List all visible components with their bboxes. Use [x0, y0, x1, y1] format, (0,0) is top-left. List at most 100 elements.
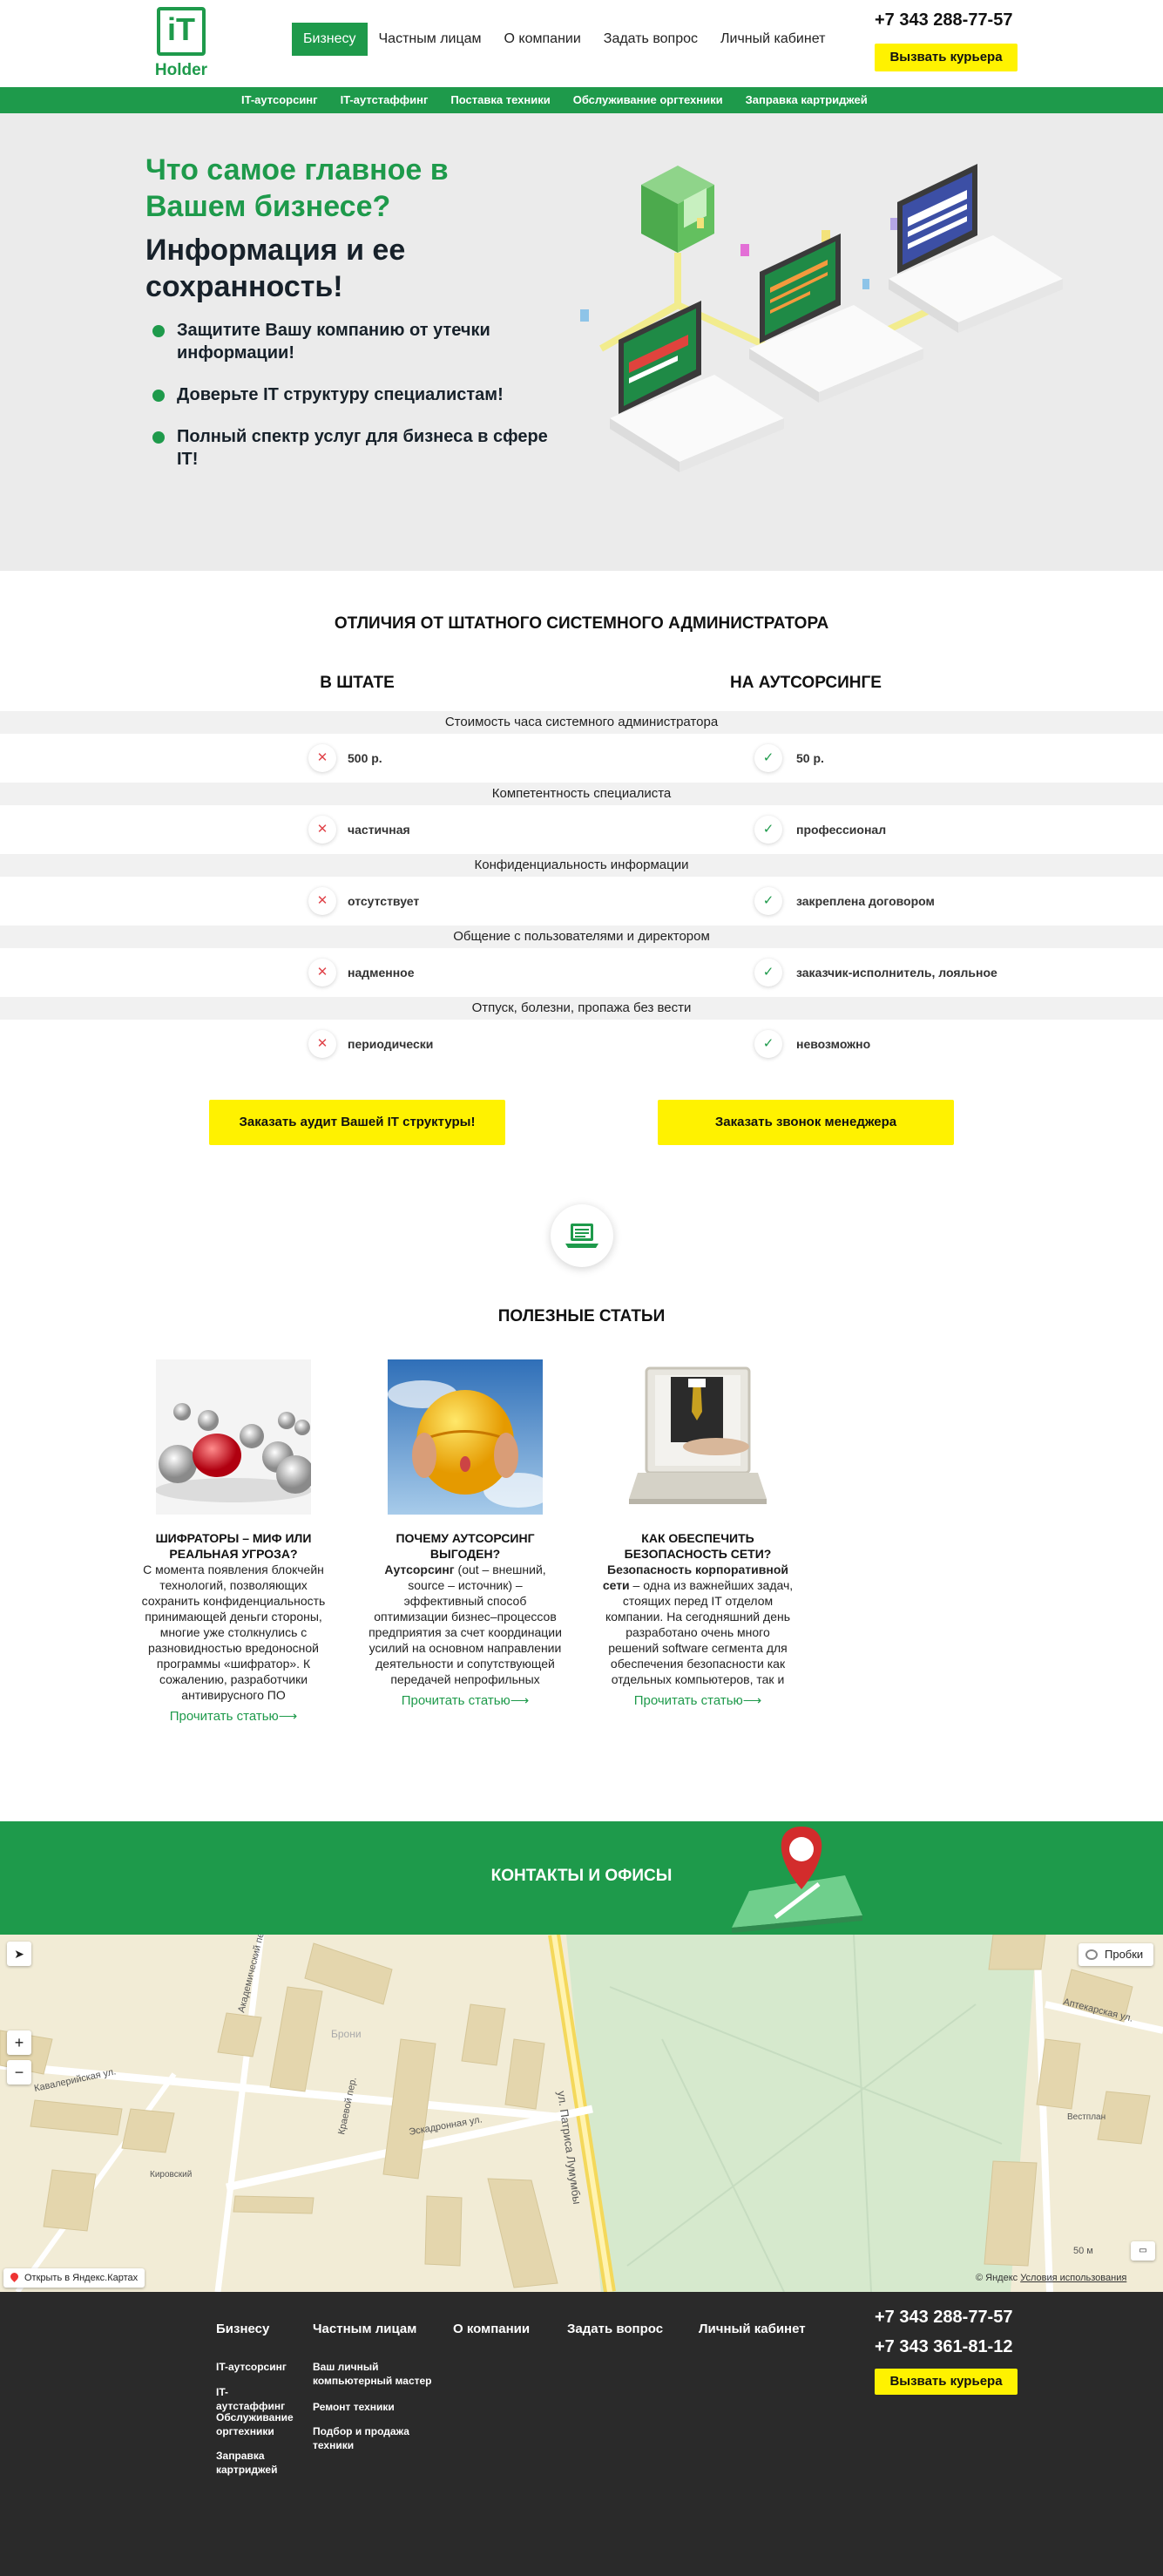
check-icon: ✓ [754, 744, 782, 772]
nav-private[interactable]: Частным лицам [368, 23, 493, 56]
outsourcing-value: 50 р. [796, 751, 824, 765]
check-icon: ✓ [754, 816, 782, 844]
map-pin-icon [732, 1827, 862, 1933]
row-caption: Отпуск, болезни, пропажа без вести [0, 997, 1163, 1020]
article-title[interactable]: ШИФРАТОРЫ – МИФ ИЛИ РЕАЛЬНАЯ УГРОЗА? [135, 1530, 332, 1562]
main-nav: Бизнесу Частным лицам О компании Задать … [292, 23, 836, 56]
traffic-button[interactable]: Пробки [1078, 1943, 1153, 1966]
footer-call-courier-button[interactable]: Вызвать курьера [875, 2369, 1018, 2395]
nav-about[interactable]: О компании [493, 23, 592, 56]
hero-section: Что самое главное в Вашем бизнесе? Инфор… [0, 113, 1163, 571]
footer-link[interactable]: Заправка картриджей [216, 2449, 294, 2477]
cross-icon: ✕ [308, 816, 336, 844]
footer-link[interactable]: Подбор и продажа техники [313, 2424, 435, 2452]
subnav-outstaffing[interactable]: IT-аутстаффинг [329, 87, 440, 113]
read-more-link[interactable]: Прочитать статью⟶ [367, 1692, 564, 1708]
footer-link[interactable]: Ваш личный компьютерный мастер [313, 2360, 435, 2388]
column-outsourcing: НА АУТСОРСИНГЕ [730, 674, 882, 692]
contacts-title: КОНТАКТЫ И ОФИСЫ [490, 1867, 673, 1885]
logo[interactable]: iT Holder [153, 7, 209, 79]
footer-nav-about[interactable]: О компании [453, 2322, 530, 2336]
subnav-cartridges[interactable]: Заправка картриджей [734, 87, 879, 113]
comparison-row: Конфиденциальность информации ✕ отсутств… [0, 854, 1163, 927]
map-scale: 50 м [1073, 2246, 1093, 2256]
comparison-row: Отпуск, болезни, пропажа без вести ✕ пер… [0, 997, 1163, 1070]
geolocation-icon[interactable]: ➤ [7, 1942, 31, 1966]
outsourcing-value: невозможно [796, 1037, 871, 1051]
open-yandex-maps-link[interactable]: Открыть в Яндекс.Картах [3, 2268, 145, 2288]
nav-ask[interactable]: Задать вопрос [592, 23, 709, 56]
subnav-office-service[interactable]: Обслуживание оргтехники [562, 87, 734, 113]
article-excerpt: С момента появления блокчейн технологий,… [141, 1563, 326, 1702]
article-image[interactable] [156, 1359, 311, 1515]
map-copyright: © Яндекс [976, 2273, 1018, 2283]
comparison-title: ОТЛИЧИЯ ОТ ШТАТНОГО СИСТЕМНОГО АДМИНИСТР… [334, 614, 829, 633]
zoom-out-icon[interactable]: − [7, 2060, 31, 2085]
call-courier-button[interactable]: Вызвать курьера [875, 44, 1018, 71]
bullet-dot-icon [152, 390, 165, 402]
hero-laptops-illustration [580, 164, 1063, 472]
nav-account[interactable]: Личный кабинет [709, 23, 836, 56]
area-label: Брони [331, 2028, 362, 2040]
inhouse-value: частичная [348, 823, 410, 837]
subnav-hardware[interactable]: Поставка техники [439, 87, 561, 113]
article-card: КАК ОБЕСПЕЧИТЬ БЕЗОПАСНОСТЬ СЕТИ? Безопа… [599, 1359, 796, 1708]
footer-link[interactable]: Обслуживание оргтехники [216, 2410, 294, 2438]
article-title[interactable]: КАК ОБЕСПЕЧИТЬ БЕЗОПАСНОСТЬ СЕТИ? [599, 1530, 796, 1562]
zoom-in-icon[interactable]: + [7, 2030, 31, 2055]
open-link-label: Открыть в Яндекс.Картах [24, 2273, 139, 2283]
column-inhouse: В ШТАТЕ [320, 674, 395, 692]
logo-text: Holder [154, 61, 208, 79]
read-more-link[interactable]: Прочитать статью⟶ [135, 1708, 332, 1724]
nav-business[interactable]: Бизнесу [292, 23, 368, 56]
footer-nav-account[interactable]: Личный кабинет [699, 2322, 806, 2336]
read-more-link[interactable]: Прочитать статью⟶ [599, 1692, 796, 1708]
map-terms-link[interactable]: Условия использования [1020, 2273, 1126, 2283]
hero-bullet: Защитите Вашу компанию от утечки информа… [152, 319, 571, 364]
contacts-banner: КОНТАКТЫ И ОФИСЫ [0, 1821, 1163, 1935]
outsourcing-value: профессионал [796, 823, 887, 837]
row-caption: Стоимость часа системного администратора [0, 711, 1163, 734]
traffic-label: Пробки [1105, 1948, 1144, 1961]
inhouse-value: отсутствует [348, 894, 420, 908]
map-attribution: © Яндекс Условия использования [976, 2273, 1126, 2283]
outsourcing-value: заказчик-исполнитель, лояльное [796, 966, 997, 980]
cross-icon: ✕ [308, 887, 336, 915]
footer-phone-2[interactable]: +7 343 361-81-12 [875, 2337, 1012, 2357]
site-header: iT Holder Бизнесу Частным лицам О компан… [0, 0, 1163, 87]
site-footer: Бизнесу Частным лицам О компании Задать … [0, 2292, 1163, 2576]
services-subnav: IT-аутсорсинг IT-аутстаффинг Поставка те… [0, 87, 1163, 113]
article-image[interactable] [388, 1359, 543, 1515]
traffic-light-icon [1085, 1949, 1098, 1960]
map-canvas[interactable]: ул. Патриса Лумумбы Эскадронная ул. Кава… [0, 1935, 1163, 2292]
article-title[interactable]: ПОЧЕМУ АУТСОРСИНГ ВЫГОДЕН? [367, 1530, 564, 1562]
check-icon: ✓ [754, 1030, 782, 1058]
article-card: ПОЧЕМУ АУТСОРСИНГ ВЫГОДЕН? Аутсорсинг (o… [367, 1359, 564, 1708]
subnav-outsourcing[interactable]: IT-аутсорсинг [230, 87, 329, 113]
cross-icon: ✕ [308, 1030, 336, 1058]
laptop-icon [551, 1204, 613, 1267]
footer-nav-private[interactable]: Частным лицам [313, 2322, 416, 2336]
yandex-map[interactable]: ул. Патриса Лумумбы Эскадронная ул. Кава… [0, 1935, 1163, 2292]
footer-phone-1[interactable]: +7 343 288-77-57 [875, 2308, 1012, 2328]
footer-nav-ask[interactable]: Задать вопрос [567, 2322, 663, 2336]
footer-link[interactable]: IT-аутстаффинг [216, 2385, 294, 2413]
poi-label: Вестплан [1067, 2112, 1106, 2122]
order-call-button[interactable]: Заказать звонок менеджера [658, 1100, 954, 1145]
footer-link[interactable]: Ремонт техники [313, 2400, 435, 2414]
order-audit-button[interactable]: Заказать аудит Вашей IT структуры! [209, 1100, 505, 1145]
article-excerpt: Аутсорсинг (out – внешний, source – исто… [369, 1563, 562, 1686]
poi-label: Кировский [150, 2170, 192, 2179]
header-phone[interactable]: +7 343 288-77-57 [875, 10, 1012, 31]
footer-link[interactable]: IT-аутсорсинг [216, 2360, 294, 2374]
hero-bullet: Доверьте IT структуру специалистам! [152, 383, 571, 406]
footer-nav-business[interactable]: Бизнесу [216, 2322, 269, 2336]
ruler-icon[interactable]: ▭ [1131, 2241, 1155, 2261]
outsourcing-value: закреплена договором [796, 894, 935, 908]
hero-bullet: Полный спектр услуг для бизнеса в сфере … [152, 425, 571, 471]
comparison-row: Общение с пользователями и директором ✕ … [0, 925, 1163, 999]
hero-bullets: Защитите Вашу компанию от утечки информа… [152, 319, 571, 490]
bullet-dot-icon [152, 325, 165, 337]
article-image[interactable] [620, 1359, 775, 1515]
article-excerpt: Безопасность корпоративной сети – одна и… [602, 1563, 794, 1686]
